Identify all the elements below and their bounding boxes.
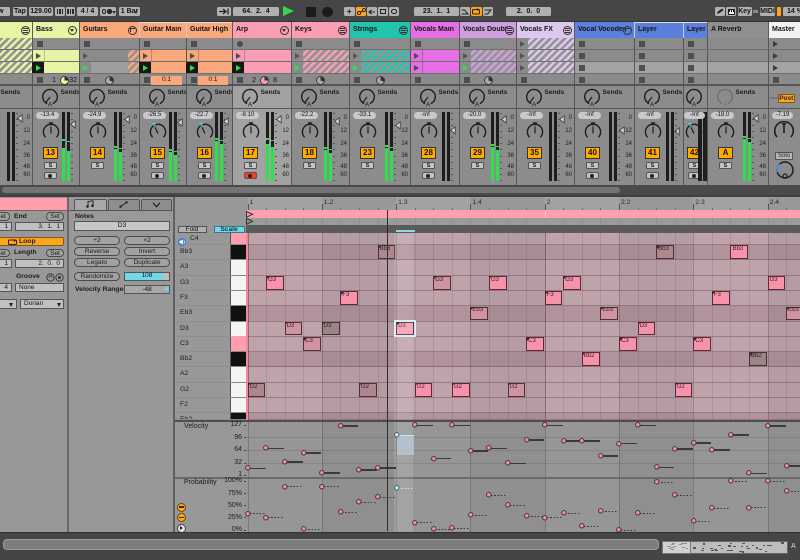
- svg-text:A: A: [426, 102, 431, 108]
- svg-text:A: A: [590, 102, 595, 108]
- svg-text:A: A: [692, 102, 697, 108]
- svg-text:A: A: [365, 102, 370, 108]
- svg-text:A: A: [155, 102, 160, 108]
- svg-text:A: A: [650, 102, 655, 108]
- svg-text:A: A: [95, 102, 100, 108]
- svg-text:A: A: [248, 102, 253, 108]
- svg-text:A: A: [307, 102, 312, 108]
- svg-text:A: A: [48, 102, 53, 108]
- svg-text:A: A: [202, 102, 207, 108]
- svg-text:A: A: [475, 102, 480, 108]
- svg-text:A: A: [532, 102, 537, 108]
- svg-text:A: A: [723, 102, 728, 108]
